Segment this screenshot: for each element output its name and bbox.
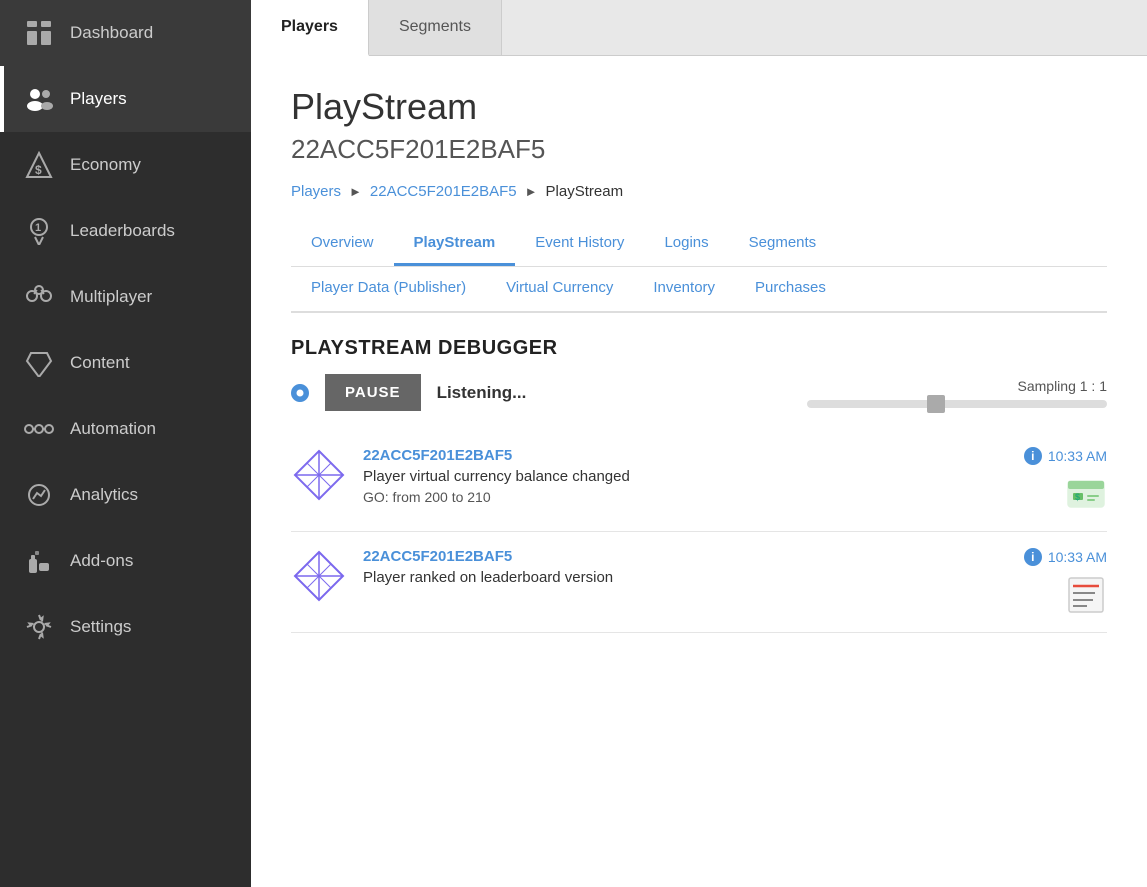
main-content: Players Segments PlayStream 22ACC5F201E2… [251,0,1147,887]
sampling-area: Sampling 1 : 1 [807,378,1107,408]
tab-segments[interactable]: Segments [369,0,502,55]
listening-indicator [291,384,309,402]
addons-icon [24,546,54,576]
sidebar-item-settings[interactable]: Settings [0,594,251,660]
svg-text:1: 1 [35,222,41,234]
sidebar-label-content: Content [70,353,130,373]
sidebar-item-addons[interactable]: Add-ons [0,528,251,594]
content-icon [24,348,54,378]
event-time-row-2: i 10:33 AM [1024,548,1107,566]
player-id-heading: 22ACC5F201E2BAF5 [291,134,1107,165]
sidebar-label-dashboard: Dashboard [70,23,153,43]
svg-text:$: $ [35,163,42,177]
sidebar-item-leaderboards[interactable]: 1 Leaderboards [0,198,251,264]
sidebar-item-automation[interactable]: Automation [0,396,251,462]
tab-player-data[interactable]: Player Data (Publisher) [291,267,486,311]
sidebar-label-automation: Automation [70,419,156,439]
page-content: PlayStream 22ACC5F201E2BAF5 Players ► 22… [251,56,1147,887]
automation-icon [24,414,54,444]
players-icon [24,84,54,114]
sampling-label: Sampling 1 : 1 [1018,378,1108,394]
leaderboard-event-icon [1065,574,1107,616]
tab-segments[interactable]: Segments [729,222,837,266]
event-icon-2 [291,548,347,609]
event-icon-1 [291,447,347,508]
event-row-2: 22ACC5F201E2BAF5 Player ranked on leader… [291,532,1107,633]
currency-icon: $ [1065,473,1107,515]
tab-logins[interactable]: Logins [644,222,728,266]
sidebar-item-multiplayer[interactable]: Multiplayer [0,264,251,330]
tab-players[interactable]: Players [251,0,369,56]
sidebar-label-multiplayer: Multiplayer [70,287,152,307]
dashboard-icon [24,18,54,48]
listening-status: Listening... [437,383,527,403]
analytics-icon [24,480,54,510]
tab-event-history[interactable]: Event History [515,222,644,266]
event-time-row-1: i 10:33 AM [1024,447,1107,465]
breadcrumb-sep-1: ► [349,184,362,199]
economy-icon: $ [24,150,54,180]
sidebar: Dashboard Players $ Economy 1 [0,0,251,887]
event-desc-1: Player virtual currency balance changed [363,468,1008,485]
settings-icon [24,612,54,642]
nav-tabs-row1: Overview PlayStream Event History Logins… [291,222,1107,267]
event-right-1: i 10:33 AM $ [1024,447,1107,515]
multiplayer-icon [24,282,54,312]
event-right-2: i 10:33 AM [1024,548,1107,616]
sidebar-label-addons: Add-ons [70,551,133,571]
debugger-controls: PAUSE Listening... Sampling 1 : 1 [291,374,1107,411]
tab-purchases[interactable]: Purchases [735,267,846,311]
sidebar-label-settings: Settings [70,617,131,637]
info-icon-1[interactable]: i [1024,447,1042,465]
event-time-1: 10:33 AM [1048,448,1107,464]
breadcrumb-players-link[interactable]: Players [291,183,341,200]
svg-text:$: $ [1075,492,1080,502]
info-icon-2[interactable]: i [1024,548,1042,566]
tab-inventory[interactable]: Inventory [633,267,735,311]
breadcrumb-sep-2: ► [525,184,538,199]
page-title: PlayStream [291,86,1107,128]
sampling-thumb[interactable] [927,395,945,413]
event-body-1: 22ACC5F201E2BAF5 Player virtual currency… [363,447,1008,505]
event-player-id-1[interactable]: 22ACC5F201E2BAF5 [363,447,1008,464]
breadcrumb: Players ► 22ACC5F201E2BAF5 ► PlayStream [291,183,1107,200]
tab-playstream[interactable]: PlayStream [394,222,516,266]
sidebar-label-players: Players [70,89,127,109]
sidebar-label-analytics: Analytics [70,485,138,505]
event-row-1: 22ACC5F201E2BAF5 Player virtual currency… [291,431,1107,532]
breadcrumb-playerid-link[interactable]: 22ACC5F201E2BAF5 [370,183,517,200]
top-tabs-bar: Players Segments [251,0,1147,56]
nav-tabs-row2: Player Data (Publisher) Virtual Currency… [291,267,1107,313]
leaderboards-icon: 1 [24,216,54,246]
tab-virtual-currency[interactable]: Virtual Currency [486,267,633,311]
sidebar-label-economy: Economy [70,155,141,175]
sidebar-item-content[interactable]: Content [0,330,251,396]
pause-button[interactable]: PAUSE [325,374,421,411]
sidebar-item-players[interactable]: Players [0,66,251,132]
breadcrumb-current: PlayStream [546,183,624,200]
event-detail-1: GO: from 200 to 210 [363,489,1008,505]
debugger-title: PLAYSTREAM DEBUGGER [291,337,1107,360]
sampling-slider[interactable] [807,400,1107,408]
sidebar-item-economy[interactable]: $ Economy [0,132,251,198]
event-player-id-2[interactable]: 22ACC5F201E2BAF5 [363,548,1008,565]
sidebar-label-leaderboards: Leaderboards [70,221,175,241]
event-body-2: 22ACC5F201E2BAF5 Player ranked on leader… [363,548,1008,590]
event-time-2: 10:33 AM [1048,549,1107,565]
tab-overview[interactable]: Overview [291,222,394,266]
event-desc-2: Player ranked on leaderboard version [363,569,1008,586]
sidebar-item-analytics[interactable]: Analytics [0,462,251,528]
sidebar-item-dashboard[interactable]: Dashboard [0,0,251,66]
